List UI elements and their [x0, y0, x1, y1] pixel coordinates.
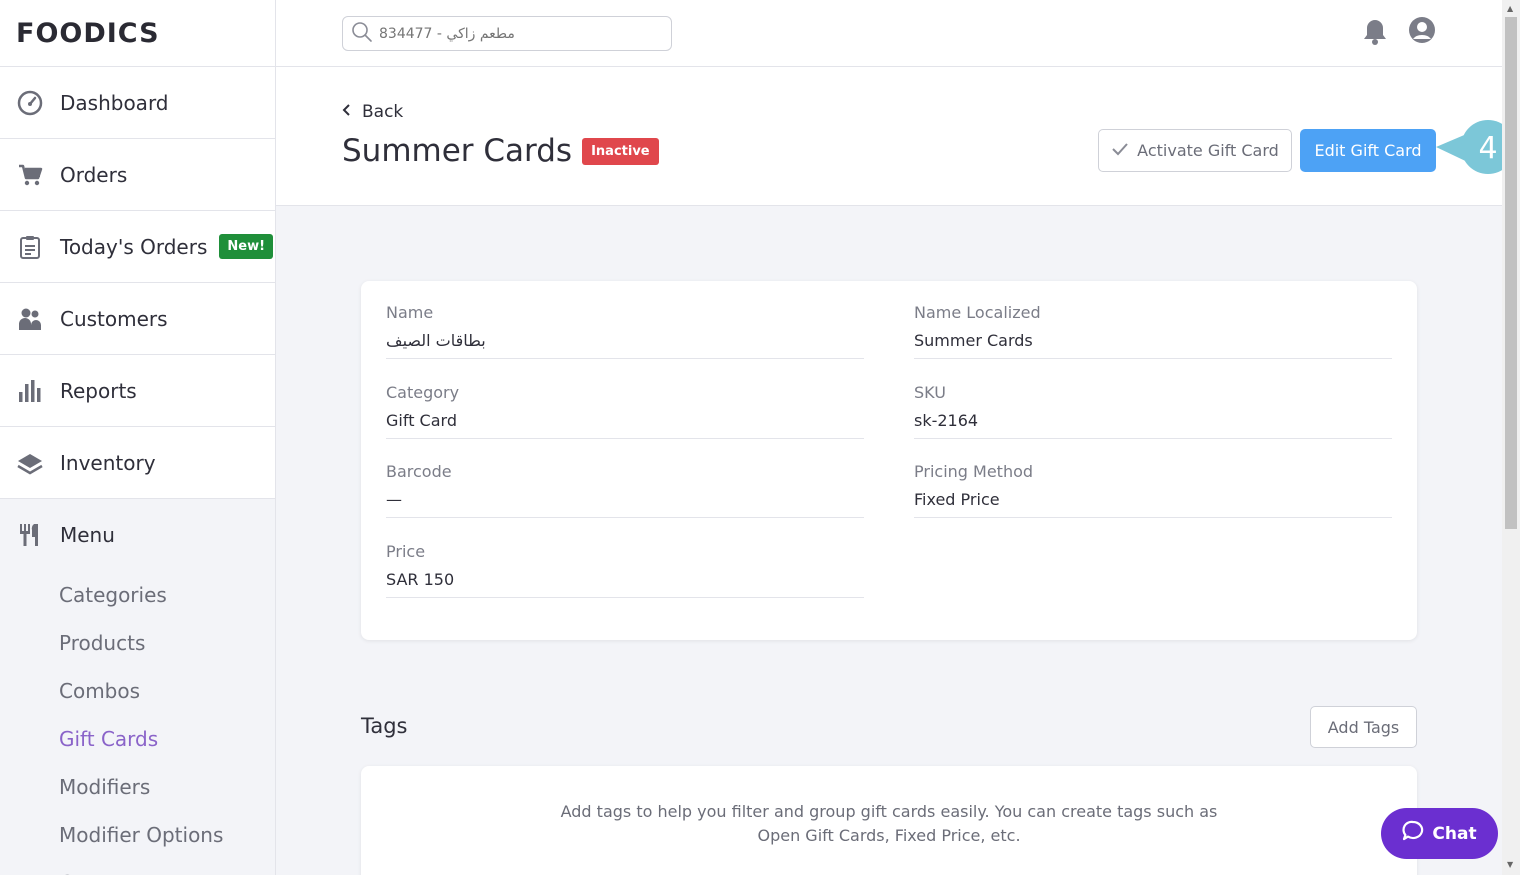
field-label: Category	[386, 383, 460, 402]
page-title: Summer Cards	[342, 133, 573, 169]
search-icon	[351, 21, 373, 47]
add-tags-label: Add Tags	[1327, 717, 1400, 737]
tags-card: Add tags to help you filter and group gi…	[361, 766, 1417, 875]
top-bar	[276, 0, 1502, 67]
bar-chart-icon	[16, 377, 44, 405]
users-icon	[16, 305, 44, 333]
divider	[386, 597, 864, 598]
divider	[914, 517, 1392, 518]
divider	[386, 438, 864, 439]
right-gutter	[1520, 0, 1536, 875]
field-value: بطاقات الصيف	[386, 331, 486, 350]
vertical-scrollbar[interactable]: ▲ ▼	[1502, 0, 1520, 875]
sidebar-item-label: Dashboard	[60, 90, 169, 115]
tags-section-title: Tags	[361, 714, 408, 738]
status-badge: Inactive	[582, 137, 659, 165]
field-label: Pricing Method	[914, 462, 1034, 481]
search-box[interactable]	[342, 16, 672, 51]
edit-label: Edit Gift Card	[1314, 141, 1422, 160]
tags-description: Add tags to help you filter and group gi…	[560, 802, 1218, 845]
sidebar-subitem-modifier-options[interactable]: Modifier Options	[0, 811, 275, 859]
sidebar-menu-label: Menu	[60, 523, 115, 547]
chat-bubble-icon	[1402, 820, 1424, 847]
field-label: SKU	[914, 383, 946, 402]
field-value: —	[386, 490, 402, 509]
bell-icon[interactable]	[1362, 18, 1388, 50]
field-label: Barcode	[386, 462, 452, 481]
sidebar-item-label: Today's Orders	[60, 234, 208, 259]
activate-label: Activate Gift Card	[1137, 141, 1279, 160]
field-value: Gift Card	[386, 411, 457, 430]
field-name: Name بطاقات الصيف	[386, 281, 864, 359]
sidebar-subitem-combos[interactable]: Combos	[0, 667, 275, 715]
field-price: Price SAR 150	[386, 520, 864, 598]
field-label: Name Localized	[914, 303, 1041, 322]
scroll-thumb[interactable]	[1505, 17, 1517, 529]
divider	[386, 358, 864, 359]
sidebar-item-todays-orders[interactable]: Today's Orders New!	[0, 211, 275, 283]
gauge-icon	[16, 89, 44, 117]
cart-icon	[16, 161, 44, 189]
sidebar-subitem-modifiers[interactable]: Modifiers	[0, 763, 275, 811]
scroll-up-arrow-icon[interactable]: ▲	[1507, 4, 1513, 13]
field-pricing-method: Pricing Method Fixed Price	[914, 440, 1392, 518]
title-row: Summer Cards Inactive	[342, 133, 659, 169]
sidebar-subitem-categories[interactable]: Categories	[0, 571, 275, 619]
sidebar-item-label: Reports	[60, 378, 137, 403]
search-input[interactable]	[379, 25, 659, 42]
sidebar-item-orders[interactable]: Orders	[0, 139, 275, 211]
sidebar-item-menu[interactable]: Menu	[0, 499, 275, 571]
activate-gift-card-button[interactable]: Activate Gift Card	[1098, 129, 1292, 172]
field-label: Name	[386, 303, 434, 322]
edit-gift-card-button[interactable]: Edit Gift Card	[1300, 129, 1436, 172]
check-icon	[1111, 141, 1129, 160]
sidebar-item-label: Orders	[60, 162, 128, 187]
chat-label: Chat	[1432, 823, 1477, 844]
sidebar-item-label: Inventory	[60, 450, 156, 475]
page-header: Back Summer Cards Inactive Activate Gift…	[276, 67, 1515, 206]
details-card: Name بطاقات الصيف Name Localized Summer …	[361, 281, 1417, 640]
sidebar-item-customers[interactable]: Customers	[0, 283, 275, 355]
field-value: Fixed Price	[914, 490, 1000, 509]
chat-button[interactable]: Chat	[1381, 808, 1498, 859]
add-tags-button[interactable]: Add Tags	[1310, 706, 1417, 748]
field-category: Category Gift Card	[386, 361, 864, 439]
sidebar-subitem-groups[interactable]: Groups	[0, 859, 275, 875]
foodics-logo[interactable]: FOODICS	[16, 18, 160, 49]
field-barcode: Barcode —	[386, 440, 864, 518]
sidebar-item-dashboard[interactable]: Dashboard	[0, 67, 275, 139]
sidebar-item-inventory[interactable]: Inventory	[0, 427, 275, 499]
layers-icon	[16, 449, 44, 477]
field-value: Summer Cards	[914, 331, 1033, 350]
logo-bar: FOODICS	[0, 0, 275, 67]
field-label: Price	[386, 542, 426, 561]
scroll-down-arrow-icon[interactable]: ▼	[1507, 860, 1513, 869]
user-avatar-icon[interactable]	[1408, 16, 1436, 48]
sidebar-subitem-products[interactable]: Products	[0, 619, 275, 667]
back-link[interactable]: Back	[342, 102, 403, 122]
chevron-left-icon	[342, 102, 352, 122]
fork-knife-icon	[16, 521, 44, 549]
field-value: SAR 150	[386, 570, 455, 589]
sidebar-subitem-gift-cards[interactable]: Gift Cards	[0, 715, 275, 763]
divider	[914, 358, 1392, 359]
sidebar: FOODICS Dashboard Orders Today's Orders …	[0, 0, 276, 875]
new-badge: New!	[219, 234, 274, 259]
field-name-localized: Name Localized Summer Cards	[914, 281, 1392, 359]
sidebar-item-reports[interactable]: Reports	[0, 355, 275, 427]
back-label: Back	[362, 102, 404, 122]
clipboard-icon	[16, 233, 44, 261]
divider	[914, 438, 1392, 439]
divider	[386, 517, 864, 518]
field-value: sk-2164	[914, 411, 979, 430]
field-sku: SKU sk-2164	[914, 361, 1392, 439]
step-number: 4	[1478, 131, 1497, 166]
sidebar-item-label: Customers	[60, 306, 168, 331]
